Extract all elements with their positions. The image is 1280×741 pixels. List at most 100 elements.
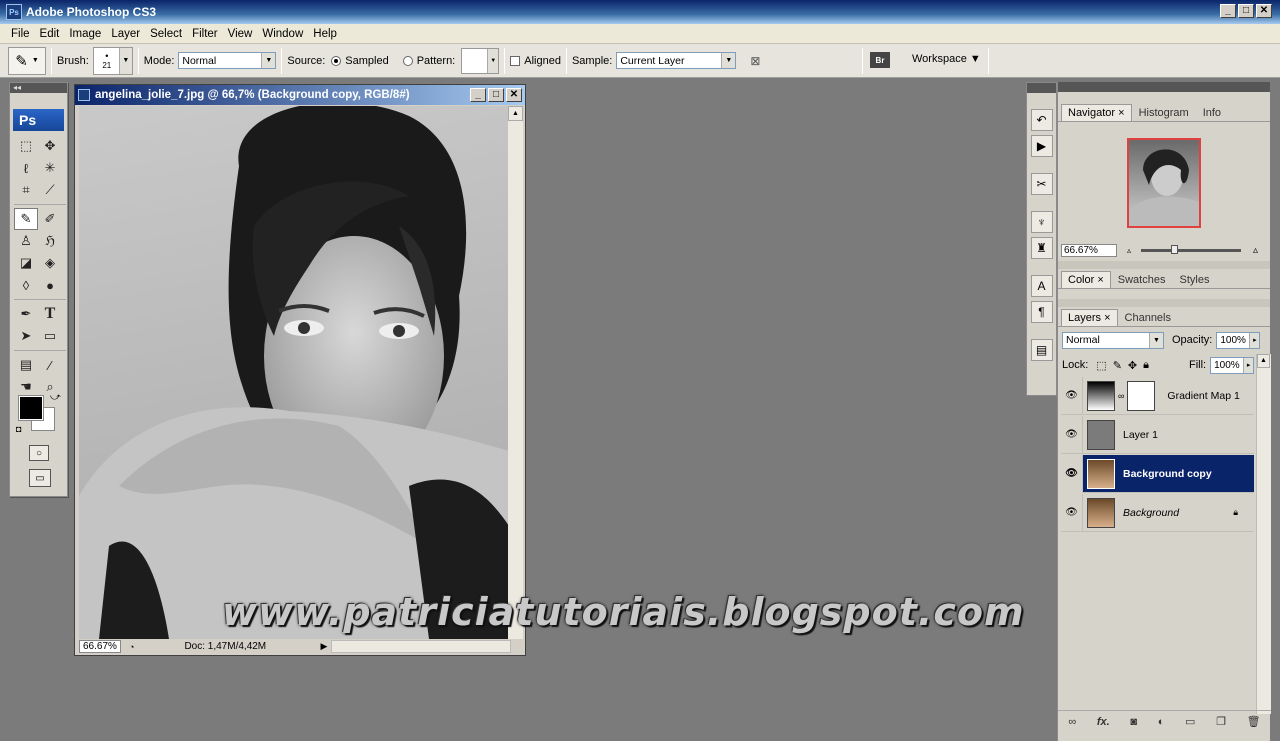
- layer-row-background-copy[interactable]: 👁︎ Background copy: [1061, 454, 1254, 493]
- history-panel-icon[interactable]: ↶: [1030, 109, 1053, 131]
- adjustment-layer-icon[interactable]: ◐: [1158, 716, 1165, 728]
- visibility-eye-icon[interactable]: 👁︎: [1061, 376, 1083, 415]
- shape-tool-icon[interactable]: ▭: [38, 325, 62, 347]
- document-horizontal-scrollbar[interactable]: [331, 640, 512, 653]
- close-button[interactable]: ✕: [1256, 4, 1272, 18]
- quick-mask-icon[interactable]: ○: [29, 445, 49, 461]
- paint-bucket-tool-icon[interactable]: ◈: [38, 252, 62, 274]
- notes-tool-icon[interactable]: ▤: [14, 354, 38, 376]
- clone-source-panel-icon[interactable]: ♜: [1030, 237, 1053, 259]
- lock-position-icon[interactable]: ✥: [1128, 359, 1137, 372]
- document-minimize-button[interactable]: _: [470, 88, 486, 102]
- ignore-adjustment-layers-icon[interactable]: ⊠: [750, 54, 760, 68]
- layer-comps-panel-icon[interactable]: ▤: [1030, 339, 1053, 361]
- navigator-thumbnail[interactable]: [1127, 138, 1201, 228]
- tab-color[interactable]: Color ×: [1061, 271, 1111, 288]
- document-maximize-button[interactable]: □: [488, 88, 504, 102]
- toolbox-collapse-icon[interactable]: ◂◂: [10, 83, 67, 93]
- zoom-out-icon[interactable]: ▵: [1127, 246, 1131, 255]
- status-menu-icon[interactable]: ◔: [129, 642, 134, 652]
- marquee-tool-icon[interactable]: ⬚: [14, 135, 38, 157]
- healing-brush-tool-icon[interactable]: ✎: [14, 208, 38, 230]
- blur-tool-icon[interactable]: ◊: [14, 274, 38, 296]
- pattern-picker[interactable]: ▼: [461, 47, 500, 74]
- visibility-eye-icon[interactable]: 👁︎: [1061, 493, 1083, 532]
- lock-transparency-icon[interactable]: ⬚: [1096, 359, 1106, 372]
- eraser-tool-icon[interactable]: ◪: [14, 252, 38, 274]
- crop-tool-icon[interactable]: ⌗: [14, 179, 38, 201]
- menu-layer[interactable]: Layer: [106, 28, 145, 40]
- tab-channels[interactable]: Channels: [1118, 309, 1178, 326]
- scroll-up-icon[interactable]: ▲: [508, 106, 523, 121]
- opacity-field[interactable]: 100% ▸: [1216, 331, 1261, 349]
- link-layers-icon[interactable]: ∞: [1068, 716, 1076, 728]
- tab-info[interactable]: Info: [1196, 104, 1228, 121]
- lasso-tool-icon[interactable]: ℓ: [14, 157, 38, 179]
- eyedropper-tool-icon[interactable]: ⁄: [38, 354, 62, 376]
- document-zoom-field[interactable]: 66.67%: [79, 640, 121, 653]
- menu-filter[interactable]: Filter: [187, 28, 223, 40]
- pattern-radio[interactable]: [402, 55, 413, 66]
- dock-collapse-icon[interactable]: [1027, 83, 1056, 93]
- hand-tool-icon[interactable]: ☚: [14, 376, 38, 398]
- menu-edit[interactable]: Edit: [35, 28, 65, 40]
- magic-wand-tool-icon[interactable]: ✳: [38, 157, 62, 179]
- default-colors-icon[interactable]: ◘: [16, 424, 21, 434]
- bridge-icon[interactable]: Br: [870, 52, 890, 68]
- mode-select[interactable]: Normal ▼: [178, 52, 277, 69]
- history-brush-tool-icon[interactable]: ℌ: [38, 230, 62, 252]
- tab-layers[interactable]: Layers ×: [1061, 309, 1118, 326]
- maximize-button[interactable]: □: [1238, 4, 1254, 18]
- tab-navigator[interactable]: Navigator ×: [1061, 104, 1132, 121]
- tab-swatches[interactable]: Swatches: [1111, 271, 1173, 288]
- workspace-menu[interactable]: Workspace ▼: [912, 53, 981, 65]
- document-close-button[interactable]: ✕: [506, 88, 522, 102]
- layer-row-gradient-map[interactable]: 👁︎ ∞ Gradient Map 1: [1061, 376, 1254, 415]
- image-canvas[interactable]: [79, 106, 509, 639]
- layer-row-layer-1[interactable]: 👁︎ Layer 1: [1061, 415, 1254, 454]
- scroll-up-icon[interactable]: ▲: [1257, 354, 1270, 368]
- add-mask-icon[interactable]: ◙: [1130, 716, 1137, 728]
- screen-mode-icon[interactable]: ▭: [29, 469, 51, 487]
- menu-image[interactable]: Image: [64, 28, 106, 40]
- panels-header[interactable]: [1058, 82, 1270, 92]
- aligned-checkbox[interactable]: [510, 55, 521, 66]
- navigator-zoom-slider[interactable]: [1141, 245, 1242, 254]
- type-tool-icon[interactable]: T: [38, 303, 62, 325]
- document-vertical-scrollbar[interactable]: ▲: [508, 106, 523, 639]
- brush-tool-icon[interactable]: ✐: [38, 208, 62, 230]
- visibility-eye-icon[interactable]: 👁︎: [1061, 415, 1083, 454]
- minimize-button[interactable]: _: [1220, 4, 1236, 18]
- path-selection-tool-icon[interactable]: ➤: [14, 325, 38, 347]
- menu-help[interactable]: Help: [308, 28, 342, 40]
- menu-select[interactable]: Select: [145, 28, 187, 40]
- clone-stamp-tool-icon[interactable]: ♙: [14, 230, 38, 252]
- new-group-icon[interactable]: ▭: [1185, 715, 1195, 728]
- pen-tool-icon[interactable]: ✒: [14, 303, 38, 325]
- slice-tool-icon[interactable]: ⟋: [38, 179, 62, 201]
- brush-picker[interactable]: • 21 ▼: [92, 46, 133, 75]
- menu-view[interactable]: View: [223, 28, 258, 40]
- tool-presets-panel-icon[interactable]: ✂: [1030, 173, 1053, 195]
- character-panel-icon[interactable]: A: [1030, 275, 1053, 297]
- move-tool-icon[interactable]: ✥: [38, 135, 62, 157]
- fill-field[interactable]: 100% ▸: [1210, 356, 1255, 374]
- tab-styles[interactable]: Styles: [1172, 271, 1216, 288]
- sampled-radio[interactable]: [331, 55, 342, 66]
- layer-style-icon[interactable]: fx.: [1097, 716, 1110, 728]
- tab-histogram[interactable]: Histogram: [1132, 104, 1196, 121]
- swap-colors-icon[interactable]: ⤻: [50, 392, 61, 403]
- menu-window[interactable]: Window: [257, 28, 308, 40]
- lock-all-icon[interactable]: 🔒︎: [1143, 359, 1149, 372]
- menu-file[interactable]: File: [6, 28, 35, 40]
- blend-mode-select[interactable]: Normal ▼: [1062, 331, 1164, 349]
- dodge-tool-icon[interactable]: ●: [38, 274, 62, 296]
- delete-layer-icon[interactable]: 🗑︎: [1247, 715, 1261, 728]
- brushes-panel-icon[interactable]: ♆: [1030, 211, 1053, 233]
- layer-row-background[interactable]: 👁︎ Background 🔒︎: [1061, 493, 1254, 532]
- zoom-in-icon[interactable]: ▵: [1253, 245, 1258, 256]
- navigator-zoom-field[interactable]: 66.67%: [1061, 244, 1117, 257]
- actions-panel-icon[interactable]: ▶: [1030, 135, 1053, 157]
- tool-preset-picker[interactable]: ✎ ▼: [8, 46, 46, 75]
- paragraph-panel-icon[interactable]: ¶: [1030, 301, 1053, 323]
